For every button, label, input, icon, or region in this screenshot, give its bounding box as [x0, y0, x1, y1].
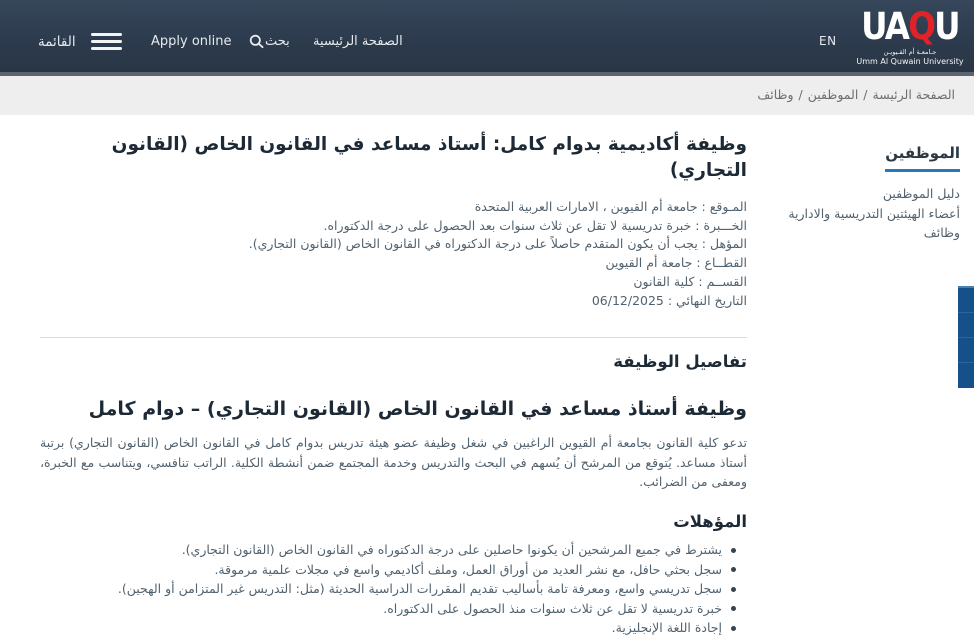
- breadcrumb-separator: /: [799, 87, 803, 102]
- hamburger-menu-icon[interactable]: [91, 33, 122, 50]
- breadcrumb-bar: الصفحة الرئيسة / الموظفين / وظائف: [0, 76, 974, 115]
- home-page-link[interactable]: الصفحة الرئيسية: [313, 34, 403, 49]
- logo-acronym: UAQU: [856, 7, 963, 47]
- language-switch-en[interactable]: EN: [819, 34, 837, 48]
- job-details-section-title: تفاصيل الوظيفة: [40, 352, 747, 371]
- share-button-1[interactable]: [958, 288, 974, 313]
- search-button[interactable]: بحث: [249, 34, 290, 49]
- university-logo[interactable]: UAQU جـامعـة أم القـيويـن Umm Al Quwain …: [849, 7, 971, 66]
- job-detail-department: القســم : كلية القانون: [40, 273, 747, 292]
- qualification-item: إجادة اللغة الإنجليزية.: [40, 618, 738, 637]
- share-button-3[interactable]: [958, 338, 974, 363]
- breadcrumb-jobs[interactable]: وظائف: [757, 87, 793, 102]
- sidebar-title: الموظفين: [885, 144, 960, 172]
- job-posting: وظيفة أكاديمية بدوام كامل: أستاذ مساعد ف…: [40, 132, 747, 644]
- section-divider: [40, 337, 747, 338]
- sidebar-staff: الموظفين دليل الموظفين أعضاء الهيئتين ال…: [750, 143, 960, 243]
- header-bottom-strip: [0, 72, 974, 76]
- sidebar-links: دليل الموظفين أعضاء الهيئتين التدريسية و…: [750, 184, 960, 243]
- top-navbar: القائمة Apply online بحث الصفحة الرئيسية…: [0, 0, 974, 72]
- share-button-4[interactable]: [958, 363, 974, 388]
- search-icon: [249, 34, 264, 49]
- job-detail-experience: الخـــبرة : خبرة تدريسية لا تقل عن ثلاث …: [40, 217, 747, 236]
- job-detail-deadline: التاريخ النهائي : 06/12/2025: [40, 292, 747, 311]
- breadcrumb-staff[interactable]: الموظفين: [808, 87, 859, 102]
- apply-online-link[interactable]: Apply online: [151, 34, 232, 49]
- job-title: وظيفة أكاديمية بدوام كامل: أستاذ مساعد ف…: [40, 132, 747, 184]
- job-details-list: المـوقع : جامعة أم القيوين ، الامارات ال…: [40, 198, 747, 310]
- job-description: تدعو كلية القانون بجامعة أم القيوين الرا…: [40, 433, 747, 491]
- share-button-2[interactable]: [958, 313, 974, 338]
- breadcrumb-separator: /: [863, 87, 867, 102]
- page: وظائف القائمة Apply online بحث الصفحة ال…: [0, 0, 974, 644]
- qualifications-list: يشترط في جميع المرشحين أن يكونوا حاصلين …: [40, 540, 747, 637]
- qualification-item: سجل تدريسي واسع، ومعرفة تامة بأساليب تقد…: [40, 579, 738, 598]
- job-subtitle: وظيفة أستاذ مساعد في القانون الخاص (القا…: [40, 398, 747, 420]
- sidebar-item-staff-directory[interactable]: دليل الموظفين: [750, 184, 960, 204]
- logo-english-name: Umm Al Quwain University: [849, 57, 971, 66]
- qualification-item: يشترط في جميع المرشحين أن يكونوا حاصلين …: [40, 540, 738, 559]
- qualifications-title: المؤهلات: [40, 512, 747, 531]
- qualification-item: سجل بحثي حافل، مع نشر العديد من أوراق ال…: [40, 560, 738, 579]
- job-detail-location: المـوقع : جامعة أم القيوين ، الامارات ال…: [40, 198, 747, 217]
- menu-button-label[interactable]: القائمة: [38, 34, 76, 50]
- search-label: بحث: [265, 34, 290, 49]
- sidebar-item-faculty-members[interactable]: أعضاء الهيئتين التدريسية والادارية: [750, 204, 960, 224]
- job-detail-sector: القطــاع : جامعة أم القيوين: [40, 254, 747, 273]
- logo-red-q: Q: [908, 5, 934, 48]
- qualification-item: خبرة تدريسية لا تقل عن ثلاث سنوات منذ ال…: [40, 599, 738, 618]
- breadcrumb: الصفحة الرئيسة / الموظفين / وظائف: [757, 87, 955, 102]
- share-strip: [958, 286, 974, 388]
- logo-arabic-name: جـامعـة أم القـيويـن: [849, 48, 971, 56]
- sidebar-item-jobs[interactable]: وظائف: [750, 223, 960, 243]
- job-detail-qualification: المؤهل : يجب أن يكون المتقدم حاصلاً على …: [40, 235, 747, 254]
- breadcrumb-home[interactable]: الصفحة الرئيسة: [873, 87, 955, 102]
